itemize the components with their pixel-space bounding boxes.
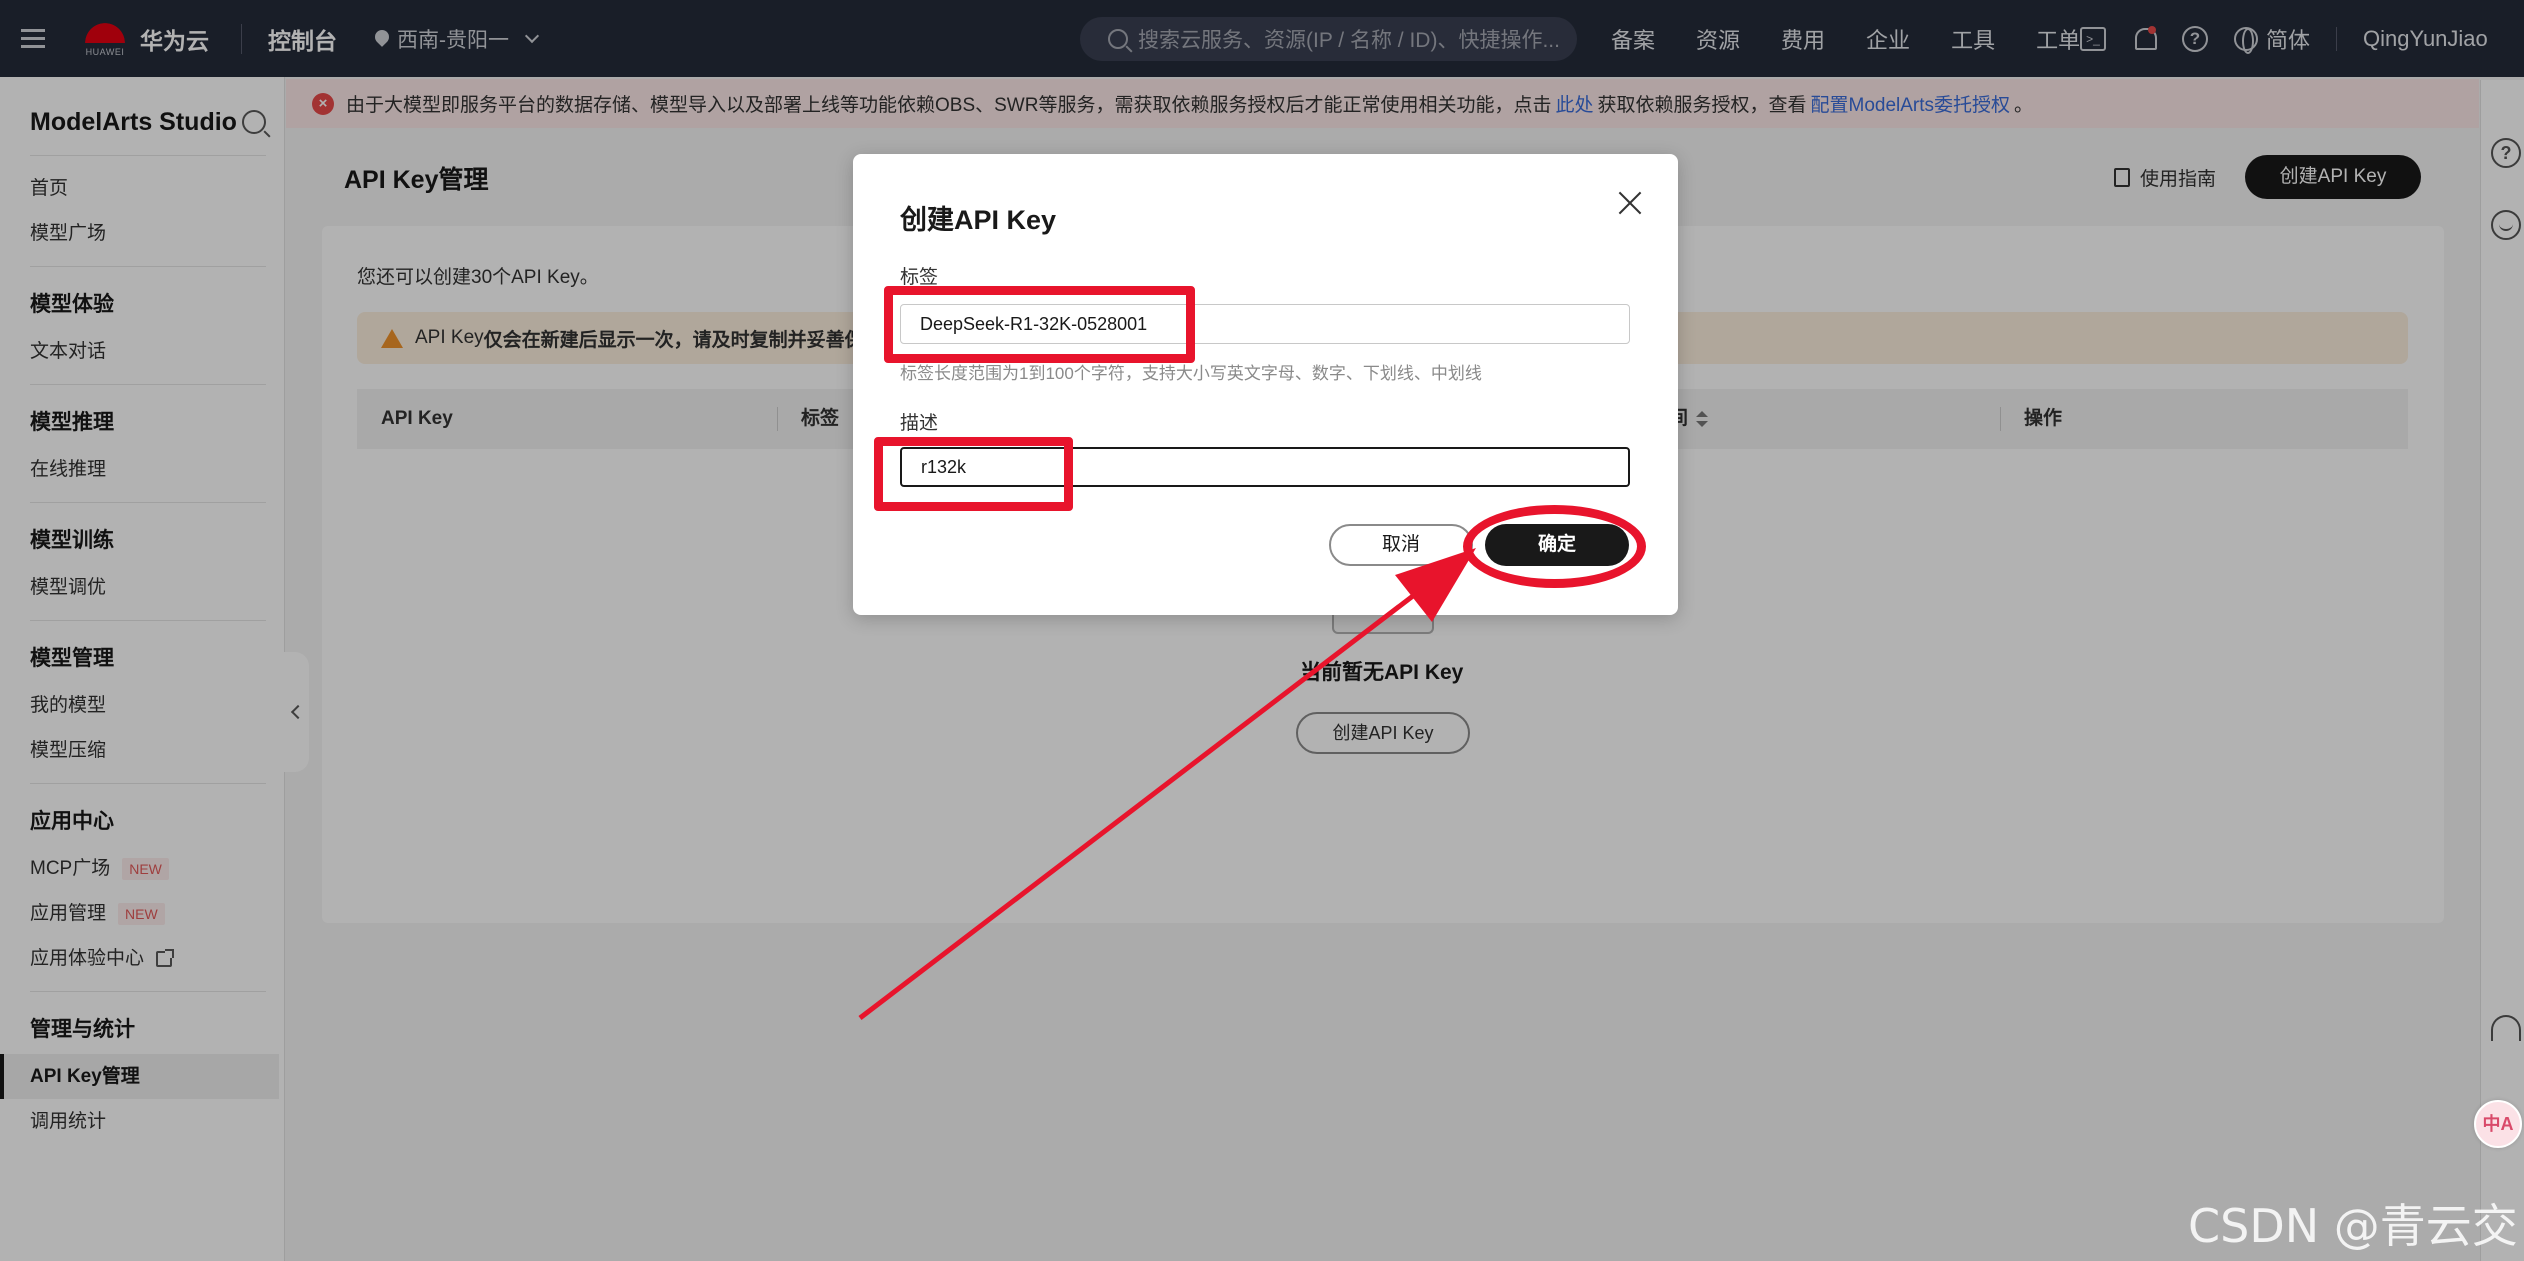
translate-icon[interactable]: 中A: [2474, 1100, 2522, 1148]
description-label: 描述: [900, 413, 939, 434]
watermark: CSDN @青云交: [2188, 1199, 2518, 1253]
dialog-title: 创建API Key: [900, 205, 1057, 235]
close-icon[interactable]: [1615, 188, 1645, 218]
annotation-box-description: [874, 437, 1073, 511]
annotation-ellipse-confirm: [1463, 505, 1646, 588]
cancel-button[interactable]: 取消: [1329, 524, 1473, 566]
annotation-box-tag: [884, 286, 1195, 363]
tag-label: 标签: [900, 267, 939, 288]
